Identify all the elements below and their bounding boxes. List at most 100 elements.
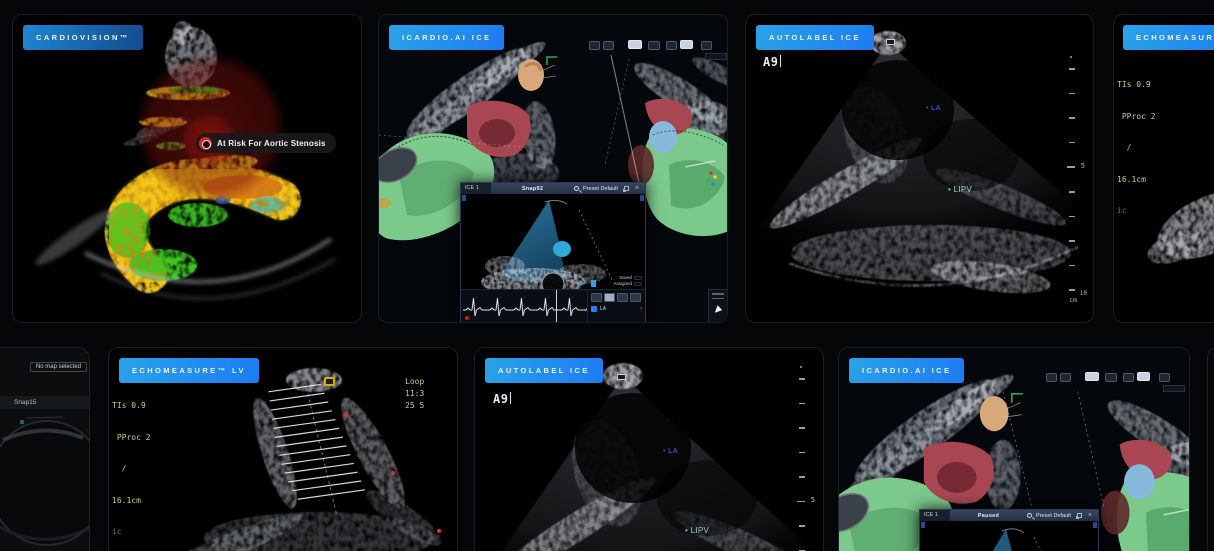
no-map-chip: No map selected <box>29 362 87 372</box>
yellow-roi-marker <box>324 377 335 386</box>
risk-pill[interactable]: At Risk For Aortic Stenosis <box>196 133 336 153</box>
toolbar-button[interactable] <box>648 41 660 50</box>
toolbar-button-active[interactable] <box>1085 372 1099 381</box>
toolbar-button[interactable] <box>1123 373 1134 382</box>
card-icardio-bottom[interactable]: ICE 1 Paused Preset Default × ICARDIO.AI… <box>838 347 1190 551</box>
toolbar-button[interactable] <box>1159 373 1170 382</box>
corner-mark <box>921 522 925 528</box>
saved-toggle[interactable] <box>634 275 642 280</box>
loop-info: Loop 11:3 25 5 <box>405 377 425 410</box>
depth-ruler: 5 <box>793 366 815 551</box>
toolbar-button-active[interactable] <box>1137 372 1150 381</box>
toolbar-button[interactable] <box>666 41 677 50</box>
la-checkbox[interactable] <box>591 306 597 312</box>
status-chip <box>705 53 727 60</box>
red-landmark-dot <box>344 413 348 417</box>
ice-paused-popup[interactable]: ICE 1 Paused Preset Default × <box>919 509 1099 551</box>
icardio-badge: ICARDIO.AI ICE <box>389 25 505 50</box>
chevron-right-icon[interactable]: › <box>640 306 642 312</box>
red-landmark-dot <box>437 529 441 533</box>
telemetry-readout: TIs 0.9 PProc 2 / 16.1cm ic <box>112 401 151 536</box>
popup-ecg-strip: LA › <box>461 289 645 322</box>
risk-dot-icon <box>199 136 212 150</box>
copy-icon[interactable] <box>1076 513 1082 518</box>
snap-title-bar[interactable]: Snap15 <box>0 396 89 409</box>
probe-marker-icon <box>886 39 895 45</box>
lipv-annotation: • LIPV <box>948 185 973 194</box>
tool-button[interactable] <box>630 293 641 302</box>
popup-tab[interactable]: ICE 1 <box>920 510 950 521</box>
copy-icon[interactable] <box>623 186 629 191</box>
toolbar-button[interactable] <box>1060 373 1071 382</box>
card-icardio-top[interactable]: ICE 1 Snap92 Preset Default × Saved Assi… <box>378 14 728 323</box>
close-icon[interactable]: × <box>1086 512 1094 519</box>
toolbar-button[interactable] <box>589 41 600 50</box>
ecg-trace <box>461 290 587 322</box>
depth-unit-label: cm <box>1069 296 1077 304</box>
card-snap-partial[interactable]: No map selected Snap15 <box>0 347 90 551</box>
echomeasure-lv-badge: ECHOMEASURE™ LV <box>119 358 259 383</box>
popup-titlebar[interactable]: ICE 1 Snap92 Preset Default × <box>461 183 645 194</box>
magnifier-icon <box>1027 513 1033 518</box>
telemetry-readout: TIs 0.9 PProc 2 / 16.1cm ic <box>1117 80 1156 215</box>
echomeasure-badge: ECHOMEASURE™ <box>1123 25 1214 50</box>
card-autolabel-bottom[interactable]: A9 • LA • LIPV 5 AUTOLABEL ICE <box>474 347 824 551</box>
tool-button[interactable] <box>591 293 602 302</box>
card-cardiovision[interactable]: At Risk For Aortic Stenosis CARDIOVISION… <box>12 14 362 323</box>
magnifier-icon <box>574 186 580 191</box>
status-chip <box>1163 385 1185 392</box>
popup-titlebar[interactable]: ICE 1 Paused Preset Default × <box>920 510 1098 521</box>
depth-10-label: 10 <box>1079 290 1087 297</box>
cardiovision-badge: CARDIOVISION™ <box>23 25 143 50</box>
la-label: LA <box>600 306 607 312</box>
assigned-toggle[interactable] <box>634 281 642 286</box>
depth-5-label: 5 <box>810 496 815 504</box>
risk-label: At Risk For Aortic Stenosis <box>217 138 326 148</box>
close-icon[interactable]: × <box>633 185 641 192</box>
card-echomeasure-top[interactable]: TIs 0.9 PProc 2 / 16.1cm ic ECHOMEASURE™ <box>1113 14 1214 323</box>
ice-snapshot-popup[interactable]: ICE 1 Snap92 Preset Default × Saved Assi… <box>460 182 646 322</box>
la-annotation: • LA <box>926 105 941 112</box>
icardio-badge: ICARDIO.AI ICE <box>849 358 965 383</box>
card-autolabel-top[interactable]: A9 • LA • LIPV 5 cm 10 AUTOLABEL ICE <box>745 14 1094 323</box>
marker-dot <box>20 420 24 424</box>
depth-5-label: 5 <box>1080 162 1085 170</box>
assigned-label: Assigned <box>613 281 632 286</box>
popup-flags: Saved Assigned <box>613 274 642 286</box>
popup-title: Paused <box>977 512 1000 519</box>
toolbar-button[interactable] <box>1105 373 1117 382</box>
red-landmark-dot <box>391 471 395 475</box>
corner-mark <box>640 195 644 201</box>
ice-ultrasound-fan <box>754 31 1081 294</box>
popup-tab[interactable]: ICE 1 <box>461 183 491 194</box>
tool-button-active[interactable] <box>604 293 615 302</box>
autolabel-badge: AUTOLABEL ICE <box>756 25 874 50</box>
saved-label: Saved <box>619 275 632 280</box>
toolbar-button[interactable] <box>603 41 614 50</box>
lipv-annotation: • LIPV <box>685 526 710 535</box>
popup-preset[interactable]: Preset Default <box>583 186 618 192</box>
card-sliver-right[interactable] <box>1207 347 1214 551</box>
toolbar-button[interactable] <box>1046 373 1057 382</box>
popup-title: Snap92 <box>521 185 544 192</box>
autolabel-badge: AUTOLABEL ICE <box>485 358 603 383</box>
bookmark-icon[interactable] <box>591 279 597 287</box>
popup-side-panel: LA › <box>587 290 645 322</box>
card-echomeasure-lv[interactable]: TIs 0.9 PProc 2 / 16.1cm ic Loop 11:3 25… <box>108 347 458 551</box>
video-gallery: At Risk For Aortic Stenosis CARDIOVISION… <box>0 0 1214 551</box>
toolbar-button[interactable] <box>701 41 712 50</box>
corner-mark <box>462 195 466 201</box>
toolbar-button-active[interactable] <box>680 40 693 49</box>
snap-label: Snap15 <box>14 399 37 406</box>
depth-ruler: 5 cm 10 <box>1063 56 1087 308</box>
play-icon[interactable]: ▶ <box>579 279 584 287</box>
corner-mark <box>1093 522 1097 528</box>
popup-preset[interactable]: Preset Default <box>1036 513 1071 519</box>
view-label: A9 <box>493 392 512 406</box>
toolbar-button-active[interactable] <box>628 40 642 49</box>
la-annotation: • LA <box>663 448 678 455</box>
dim-ultrasound <box>0 416 89 546</box>
popup-playbar: ▶ <box>579 279 597 287</box>
view-label: A9 <box>763 55 782 69</box>
tool-button[interactable] <box>617 293 628 302</box>
